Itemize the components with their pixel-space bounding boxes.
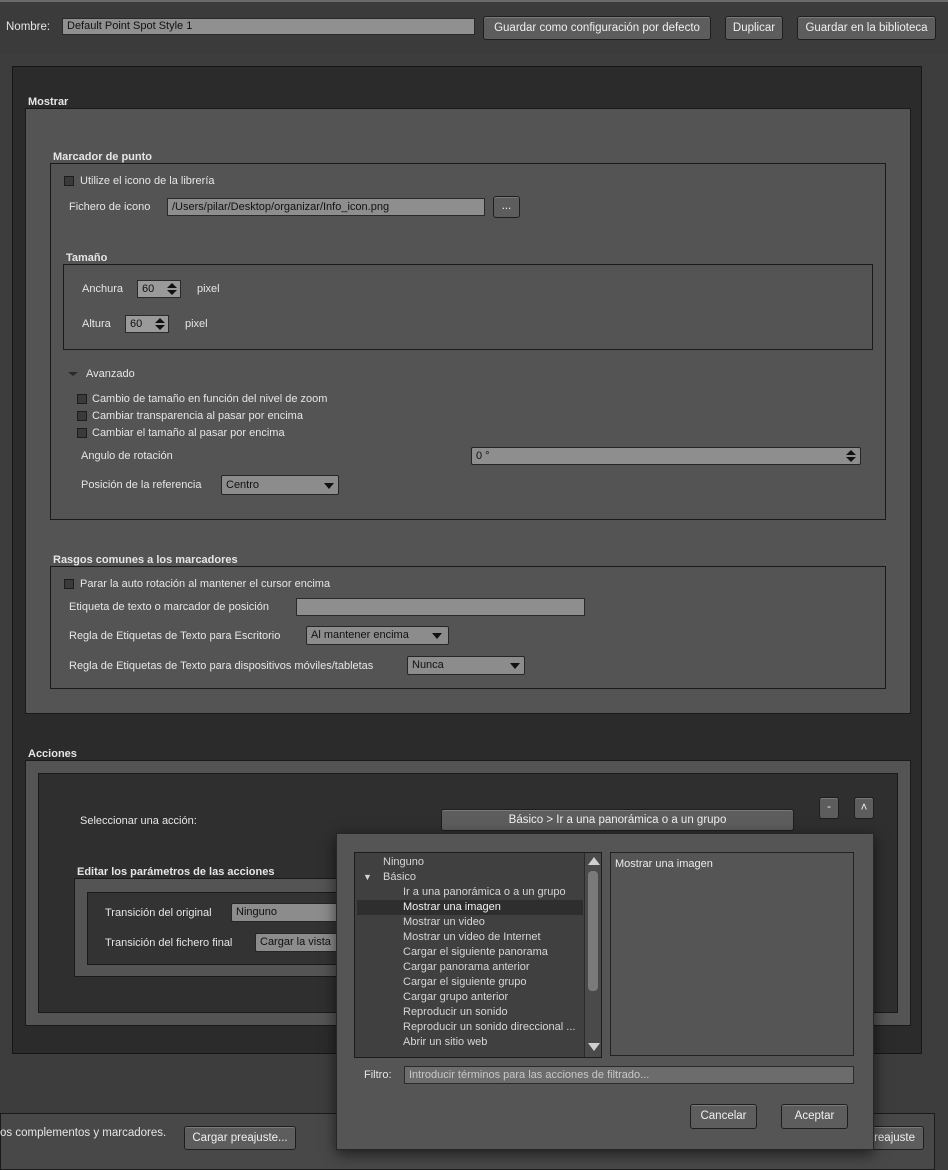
transition-original-label: Transición del original — [105, 907, 212, 919]
scroll-up-icon[interactable] — [588, 857, 600, 865]
load-preset-button[interactable]: Cargar preajuste... — [184, 1126, 296, 1150]
height-label: Altura — [82, 318, 111, 330]
scroll-down-icon[interactable] — [588, 1043, 600, 1051]
section-title-mostrar: Mostrar — [28, 96, 69, 108]
action-list-item-label: Cargar el siguiente grupo — [403, 976, 527, 988]
hover-resize-label: Cambiar el tamaño al pasar por encima — [92, 427, 285, 439]
action-description-text: Mostrar una imagen — [615, 858, 713, 870]
section-title-acciones: Acciones — [28, 748, 77, 760]
text-label-input[interactable] — [296, 598, 585, 616]
action-list-item-label: Cargar el siguiente panorama — [403, 946, 548, 958]
mobile-rule-label: Regla de Etiquetas de Texto para disposi… — [69, 660, 374, 672]
advanced-label[interactable]: Avanzado — [86, 368, 135, 380]
select-action-label: Seleccionar una acción: — [80, 815, 197, 827]
hover-resize-checkbox[interactable] — [77, 428, 87, 438]
cancel-button[interactable]: Cancelar — [690, 1104, 757, 1129]
action-list-item-label: Reproducir un sonido direccional ... — [403, 1021, 576, 1033]
browse-button[interactable]: ... — [493, 196, 520, 218]
rotation-stepper-icon[interactable] — [846, 450, 856, 462]
filter-label: Filtro: — [364, 1069, 392, 1081]
stop-autorotate-checkbox[interactable] — [64, 579, 74, 589]
action-list-item[interactable]: Cargar panorama anterior — [357, 960, 583, 975]
action-list-item[interactable]: Ninguno — [357, 855, 583, 870]
action-list-item-label: Mostrar un video de Internet — [403, 931, 541, 943]
size-panel — [63, 264, 873, 350]
action-list-rows: Ninguno ▼ Básico Ir a una panorámica o a un… — [357, 855, 583, 1057]
action-list[interactable]: Ninguno ▼ Básico Ir a una panorámica o a un… — [354, 852, 602, 1058]
scroll-thumb[interactable] — [588, 871, 598, 991]
filter-input[interactable] — [404, 1066, 854, 1084]
action-list-item-label: Ninguno — [383, 856, 424, 868]
action-list-item[interactable]: Reproducir un sonido direccional ... — [357, 1020, 583, 1035]
icon-file-input[interactable]: /Users/pilar/Desktop/organizar/Info_icon… — [167, 198, 485, 216]
action-list-item[interactable]: Mostrar una imagen — [357, 900, 583, 915]
action-list-item-label: Cargar grupo anterior — [403, 991, 509, 1003]
action-list-item[interactable]: ▼ Básico — [357, 870, 583, 885]
remove-action-button[interactable]: - — [819, 797, 839, 819]
hover-transparency-label: Cambiar transparencia al pasar por encim… — [92, 410, 303, 422]
list-scrollbar[interactable] — [584, 853, 601, 1057]
action-list-item[interactable]: Cargar el siguiente panorama — [357, 945, 583, 960]
save-library-button[interactable]: Guardar en la biblioteca — [797, 16, 936, 40]
action-list-item[interactable]: Abrir un sitio web — [357, 1035, 583, 1050]
action-list-item-label: Cargar panorama anterior — [403, 961, 530, 973]
action-list-item-label: Abrir un sitio web — [403, 1036, 488, 1048]
zoom-resize-label: Cambio de tamaño en función del nivel de… — [92, 393, 328, 405]
width-unit: pixel — [197, 283, 220, 295]
rotation-label: Angulo de rotación — [81, 450, 173, 462]
action-list-item-label: Básico — [383, 871, 417, 883]
name-label: Nombre: — [6, 21, 51, 33]
action-list-item[interactable]: Cargar grupo anterior — [357, 990, 583, 1005]
text-label-label: Etiqueta de texto o marcador de posición — [69, 601, 269, 613]
action-description: Mostrar una imagen — [610, 852, 854, 1056]
desktop-rule-select[interactable]: Al mantener encima — [306, 626, 449, 645]
height-stepper-icon[interactable] — [155, 318, 165, 330]
height-unit: pixel — [185, 318, 208, 330]
width-stepper-icon[interactable] — [167, 283, 177, 295]
use-library-icon-label: Utilize el icono de la librería — [80, 175, 215, 187]
action-list-item-label: Mostrar un video — [403, 916, 485, 928]
save-preset-label: reajuste — [874, 1132, 915, 1144]
desktop-rule-chevron-down-icon — [432, 633, 442, 639]
rotation-input[interactable]: 0 ° — [471, 447, 861, 465]
select-action-button[interactable]: Básico > Ir a una panorámica o a un grup… — [441, 809, 794, 831]
icon-file-label: Fichero de icono — [69, 201, 151, 213]
action-list-item[interactable]: Mostrar un video — [357, 915, 583, 930]
mobile-rule-chevron-down-icon — [510, 663, 520, 669]
action-list-item-label: Reproducir un sonido — [403, 1006, 508, 1018]
accept-button[interactable]: Aceptar — [781, 1104, 848, 1129]
action-list-item[interactable]: Mostrar un video de Internet — [357, 930, 583, 945]
move-up-button[interactable]: ˄ — [854, 797, 874, 819]
transition-final-label: Transición del fichero final — [105, 937, 233, 949]
transition-original-select[interactable]: Ninguno — [231, 903, 351, 922]
common-title: Rasgos comunes a los marcadores — [53, 554, 238, 566]
hover-transparency-checkbox[interactable] — [77, 411, 87, 421]
anchor-chevron-down-icon — [324, 483, 334, 489]
bottom-hint-text: os complementos y marcadores. — [0, 1127, 167, 1139]
marker-title: Marcador de punto — [53, 151, 153, 163]
width-label: Anchura — [82, 283, 123, 295]
stop-autorotate-label: Parar la auto rotación al mantener el cu… — [80, 578, 331, 590]
use-library-icon-checkbox[interactable] — [64, 176, 74, 186]
mobile-rule-select[interactable]: Nunca — [407, 656, 525, 675]
advanced-disclosure-icon[interactable] — [68, 372, 78, 376]
duplicate-button[interactable]: Duplicar — [725, 16, 783, 40]
anchor-select[interactable]: Centro — [221, 475, 339, 495]
action-list-item[interactable]: Cargar el siguiente grupo — [357, 975, 583, 990]
zoom-resize-checkbox[interactable] — [77, 394, 87, 404]
action-list-item[interactable]: Ir a una panorámica o a un grupo — [357, 885, 583, 900]
action-list-item[interactable]: Reproducir un sonido — [357, 1005, 583, 1020]
expand-triangle-icon[interactable]: ▼ — [363, 870, 372, 885]
edit-params-title: Editar los parámetros de las acciones — [77, 866, 275, 878]
action-list-item-label: Ir a una panorámica o a un grupo — [403, 886, 566, 898]
desktop-rule-label: Regla de Etiquetas de Texto para Escrito… — [69, 630, 281, 642]
size-title: Tamaño — [66, 252, 108, 264]
name-input[interactable]: Default Point Spot Style 1 — [62, 18, 475, 35]
anchor-label: Posición de la referencia — [81, 479, 202, 491]
action-list-item-label: Mostrar una imagen — [403, 901, 501, 913]
save-default-button[interactable]: Guardar como configuración por defecto — [483, 16, 711, 40]
